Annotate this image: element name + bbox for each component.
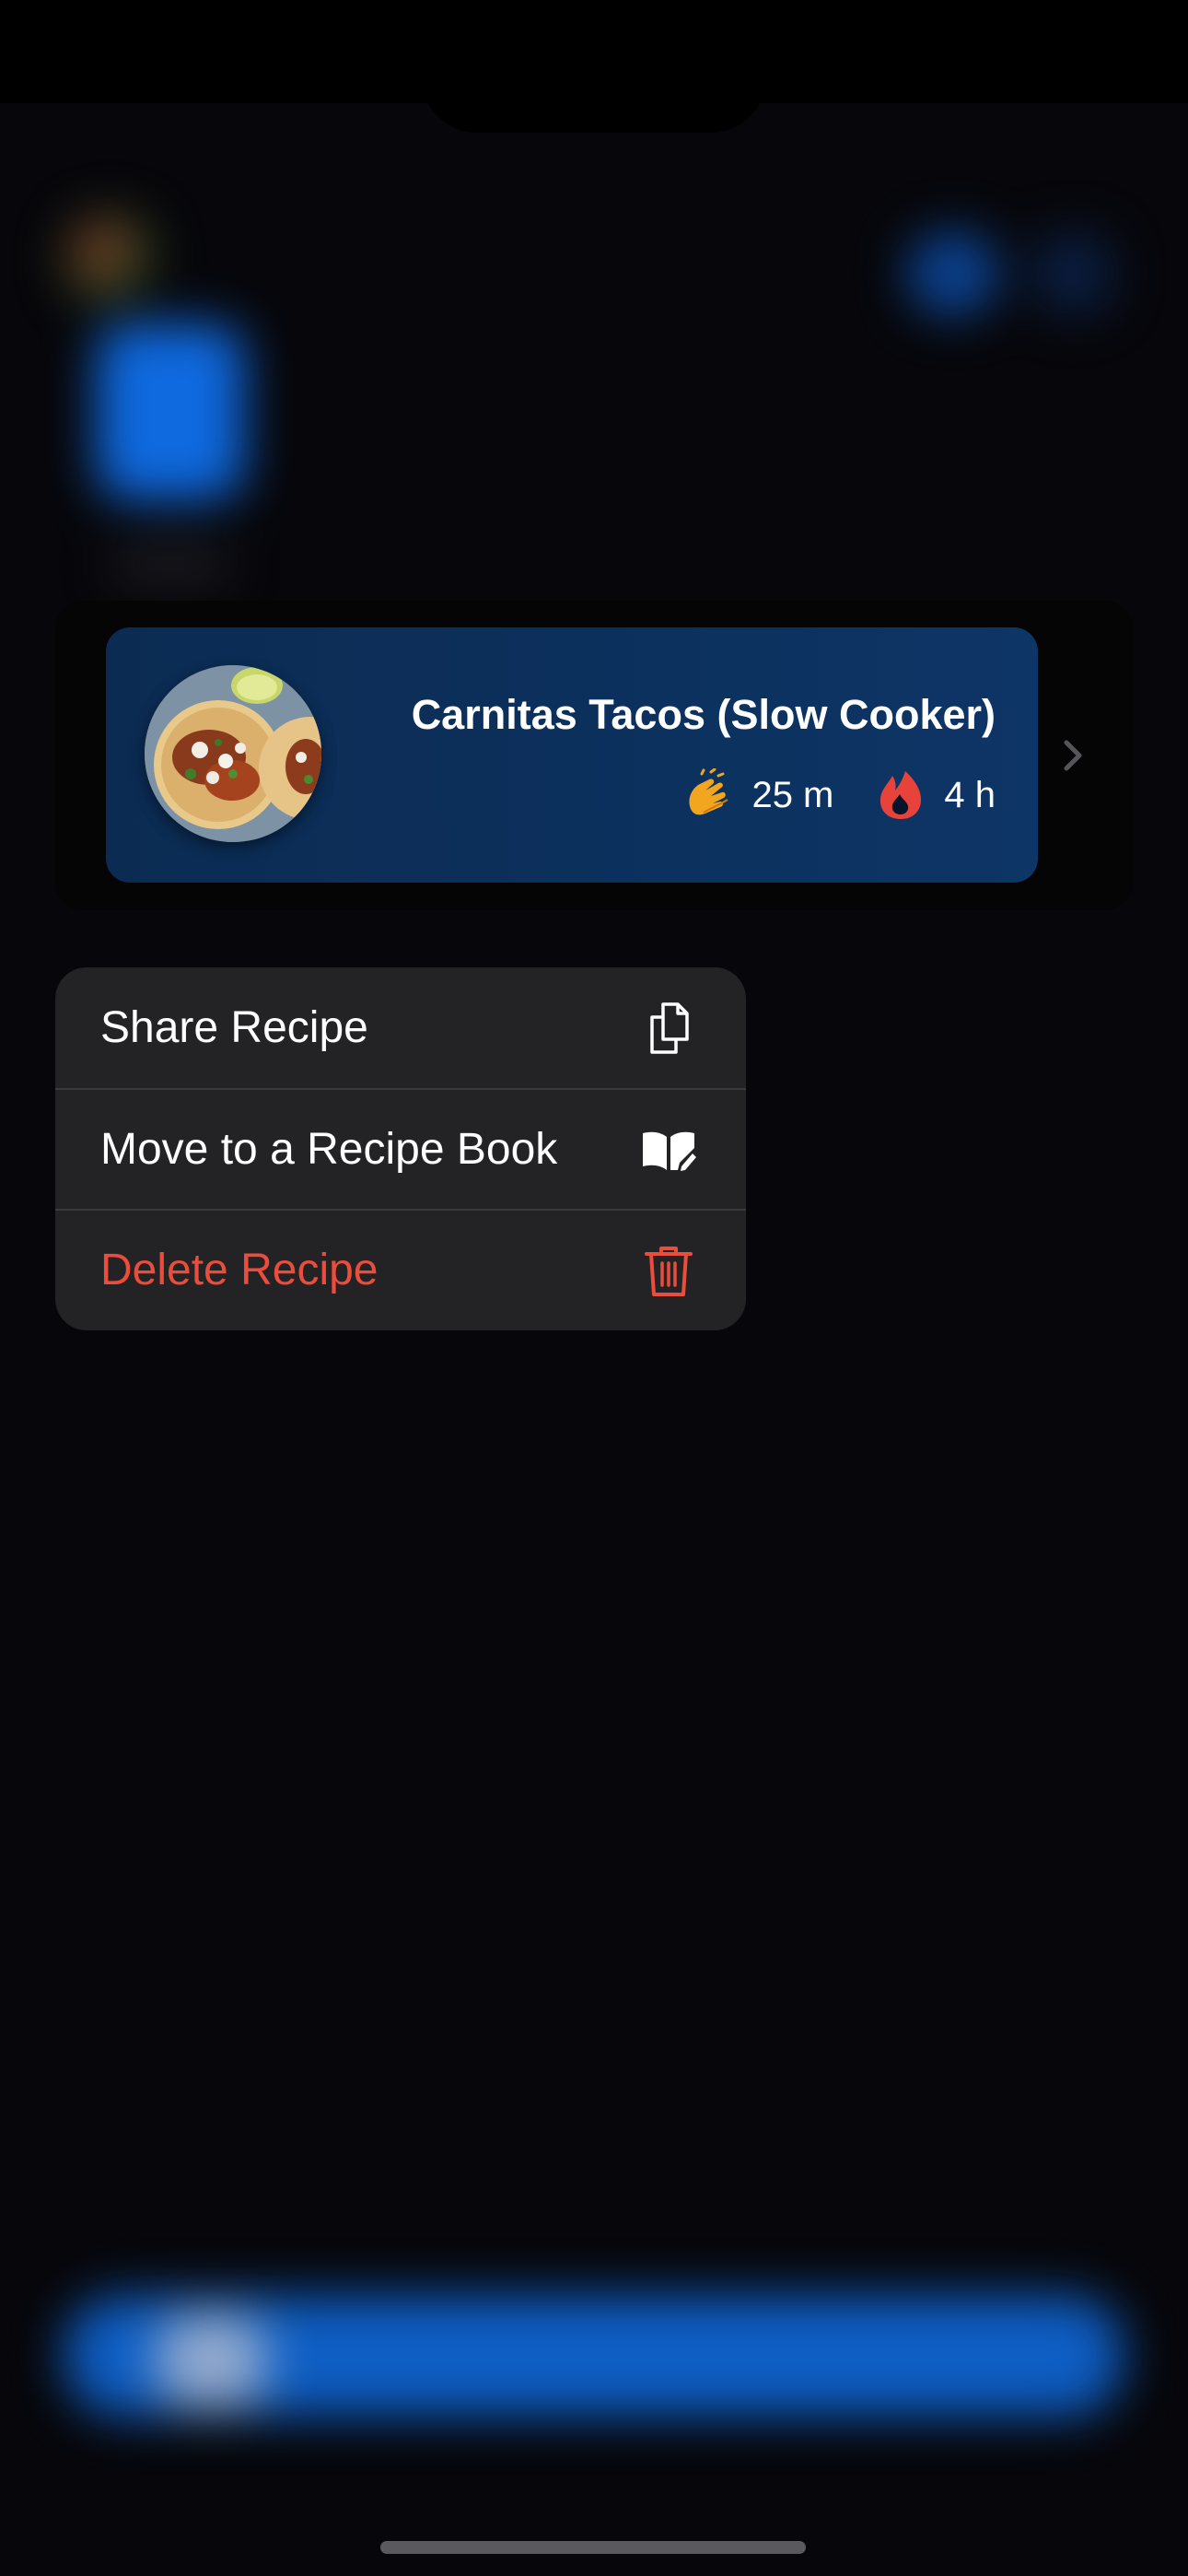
recipe-meta: 25 m 4 h: [681, 767, 996, 822]
menu-item-label: Delete Recipe: [100, 1246, 379, 1294]
clapping-hands-icon: [681, 767, 735, 822]
recipe-photo: [145, 665, 321, 842]
context-menu: Share Recipe Move to a Recipe Book Delet…: [55, 967, 746, 1330]
cook-time: 4 h: [944, 774, 996, 815]
trash-icon: [639, 1241, 698, 1300]
recipe-title: Carnitas Tacos (Slow Cooker): [411, 691, 996, 738]
header-action-button: [907, 232, 999, 315]
book-edit-icon: [639, 1120, 698, 1179]
copy-document-icon: [639, 999, 698, 1058]
delete-recipe-button[interactable]: Delete Recipe: [55, 1209, 746, 1329]
menu-item-label: Share Recipe: [100, 1003, 368, 1052]
menu-item-label: Move to a Recipe Book: [100, 1125, 558, 1174]
home-indicator[interactable]: [380, 2541, 806, 2554]
share-recipe-button[interactable]: Share Recipe: [55, 967, 746, 1088]
recipe-book-tile: [97, 324, 244, 499]
blurred-background: [0, 103, 1188, 2576]
header-secondary-button: [1031, 232, 1114, 315]
recipe-book-tile-label: [111, 545, 230, 582]
chevron-right-icon: [1059, 737, 1087, 774]
tab-active-indicator: [157, 2314, 267, 2406]
move-to-recipe-book-button[interactable]: Move to a Recipe Book: [55, 1088, 746, 1209]
app-logo: [64, 214, 157, 306]
prep-time: 25 m: [751, 774, 834, 815]
fire-icon: [874, 768, 927, 822]
